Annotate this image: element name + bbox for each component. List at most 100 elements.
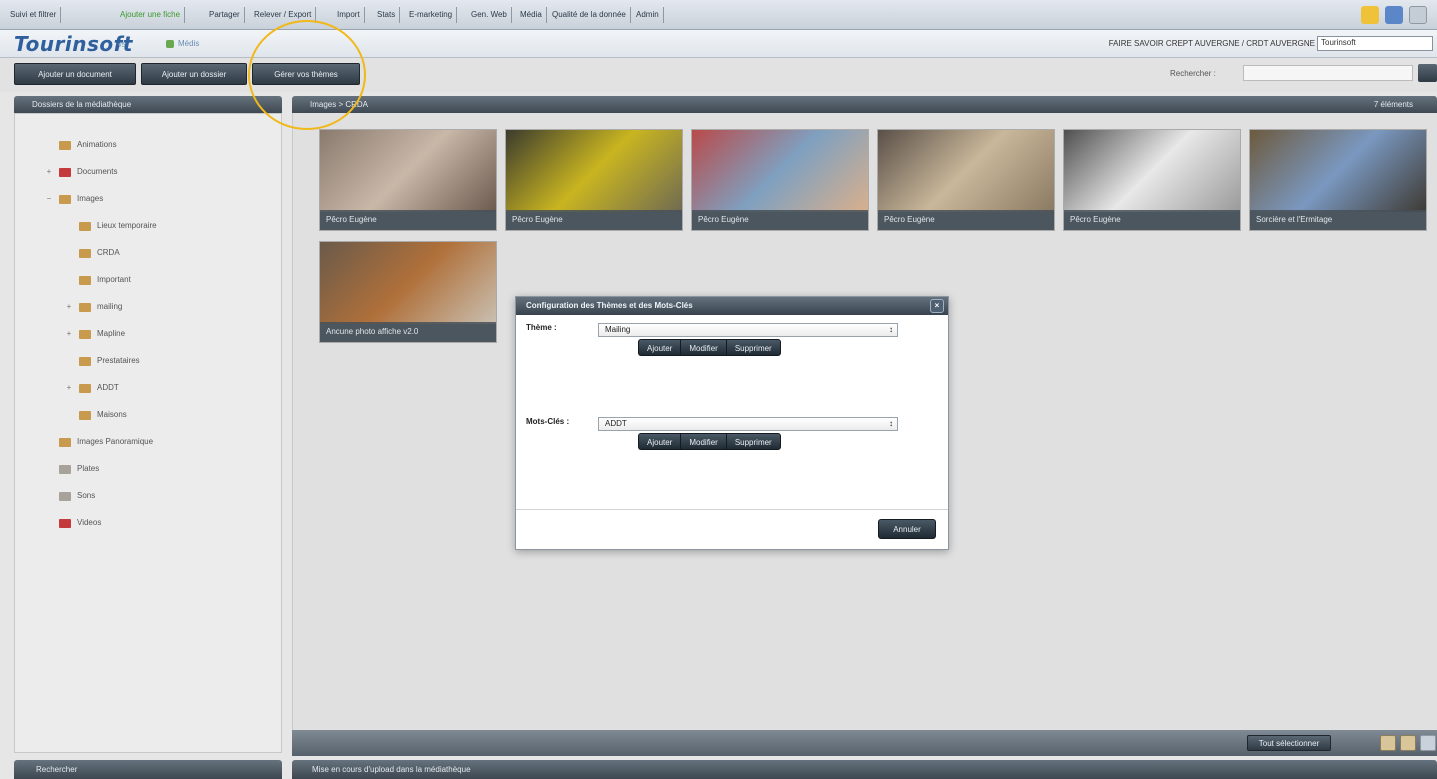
tree-item[interactable]: Important [65, 273, 131, 287]
tools-icon[interactable] [1385, 6, 1403, 24]
theme-add-button[interactable]: Ajouter [638, 339, 681, 356]
tree-item-label: Mapline [97, 329, 126, 338]
media-thumbnail[interactable]: Sorcière et l'Ermitage [1249, 129, 1427, 231]
folder-view-icon[interactable] [1380, 735, 1396, 751]
window-icon[interactable] [1409, 6, 1427, 24]
tree-item-label: Images Panoramique [77, 437, 154, 446]
thumbnail-image [506, 130, 682, 212]
dialog-title: Configuration des Thèmes et des Mots-Clé… [526, 301, 693, 310]
expand-toggle-icon[interactable]: + [45, 165, 53, 179]
thumbnail-image [1250, 130, 1426, 212]
tree-item[interactable]: + ADDT [65, 381, 119, 395]
search-panel-footer[interactable]: Rechercher [14, 760, 282, 779]
zoom-icon[interactable] [1400, 735, 1416, 751]
keyword-modify-button[interactable]: Modifier [680, 433, 726, 450]
media-thumbnail[interactable]: Pêcro Eugène [319, 129, 497, 231]
theme-modify-button[interactable]: Modifier [680, 339, 726, 356]
themes-config-dialog: Configuration des Thèmes et des Mots-Clé… [515, 296, 949, 550]
folder-icon [79, 248, 91, 258]
media-thumbnail[interactable]: Pêcro Eugène [877, 129, 1055, 231]
main-bottom-bar: Tout sélectionner [292, 730, 1437, 756]
tree-item[interactable]: Animations [45, 138, 117, 152]
tree-item[interactable]: Maisons [65, 408, 127, 422]
menu-item-8[interactable]: Média [516, 7, 547, 23]
menu-item-9[interactable]: Qualité de la donnée [548, 7, 631, 23]
module-label[interactable]: Médis [178, 39, 199, 48]
menu-item-5[interactable]: Stats [373, 7, 401, 23]
thumbnail-image [320, 130, 496, 212]
menu-item-0[interactable]: Suivi et filtrer [6, 7, 62, 23]
tree-item-label: ADDT [97, 383, 119, 392]
menu-item-4[interactable]: Import [333, 7, 365, 23]
folder-icon [79, 329, 91, 339]
keywords-select[interactable]: ADDT ↕ [598, 417, 898, 431]
theme-actions: Ajouter Modifier Supprimer [638, 339, 781, 356]
list-view-icon[interactable] [1420, 735, 1436, 751]
tree-item[interactable]: CRDA [65, 246, 120, 260]
keyword-delete-button[interactable]: Supprimer [725, 433, 781, 450]
expand-toggle-icon[interactable]: + [65, 381, 73, 395]
tree-item[interactable]: Sons [45, 489, 95, 503]
menu-item-10[interactable]: Admin [632, 7, 664, 23]
toolbar: Ajouter un document Ajouter un dossier G… [0, 58, 1437, 92]
tree-item[interactable]: Prestataires [65, 354, 140, 368]
folder-icon [79, 275, 91, 285]
app-header: Tourinsoft v5 Médis FAIRE SAVOIR CREPT A… [0, 30, 1437, 58]
folder-icon [59, 464, 71, 474]
menu-item-7[interactable]: Gen. Web [467, 7, 512, 23]
theme-label: Thème : [526, 323, 557, 332]
app-logo: Tourinsoft [14, 32, 133, 56]
tree-item[interactable]: Plates [45, 462, 99, 476]
tree-item[interactable]: + Documents [45, 165, 117, 179]
tree-item[interactable]: − Images [45, 192, 103, 206]
tree-item[interactable]: + Mapline [65, 327, 125, 341]
select-arrow-icon: ↕ [889, 325, 893, 334]
tree-item[interactable]: Videos [45, 516, 101, 530]
user-organization: FAIRE SAVOIR CREPT AUVERGNE / CRDT AUVER… [1108, 39, 1315, 48]
media-thumbnail[interactable]: Pêcro Eugène [1063, 129, 1241, 231]
keywords-actions: Ajouter Modifier Supprimer [638, 433, 781, 450]
menu-item-6[interactable]: E-marketing [405, 7, 458, 23]
upload-footer[interactable]: Mise en cours d'upload dans la médiathèq… [292, 760, 1437, 779]
folder-tree: Animations + Documents − Images Lieux tempora… [14, 113, 282, 753]
folder-icon [79, 383, 91, 393]
keyword-add-button[interactable]: Ajouter [638, 433, 681, 450]
add-document-button[interactable]: Ajouter un document [14, 63, 136, 85]
upload-status: Mise en cours d'upload dans la médiathèq… [312, 765, 471, 774]
tree-item-label: Plates [77, 464, 100, 473]
expand-toggle-icon[interactable]: + [65, 327, 73, 341]
media-thumbnail[interactable]: Pêcro Eugène [505, 129, 683, 231]
expand-toggle-icon[interactable]: + [65, 300, 73, 314]
theme-select-value: Mailing [605, 325, 631, 334]
item-count: 7 éléments [1373, 100, 1413, 109]
theme-delete-button[interactable]: Supprimer [725, 339, 781, 356]
tree-item-label: Documents [77, 167, 118, 176]
folder-icon [79, 356, 91, 366]
expand-toggle-icon[interactable]: − [45, 192, 53, 206]
menu-item-2[interactable]: Partager [205, 7, 245, 23]
top-menu-bar: Suivi et filtrer Ajouter une fiche Partage… [0, 0, 1437, 30]
tree-item[interactable]: + mailing [65, 300, 122, 314]
media-thumbnail[interactable]: Ancune photo affiche v2.0 [319, 241, 497, 343]
folder-icon [59, 518, 71, 528]
tree-item[interactable]: Lieux temporaire [65, 219, 157, 233]
tree-item[interactable]: Images Panoramique [45, 435, 153, 449]
folders-panel-header: Dossiers de la médiathèque [14, 96, 282, 114]
theme-select[interactable]: Mailing ↕ [598, 323, 898, 337]
select-all-button[interactable]: Tout sélectionner [1247, 735, 1331, 751]
help-icon[interactable] [1361, 6, 1379, 24]
thumbnail-image [1064, 130, 1240, 212]
folder-icon [59, 437, 71, 447]
user-field[interactable]: Tourinsoft [1317, 36, 1433, 51]
media-thumbnail[interactable]: Pêcro Eugène [691, 129, 869, 231]
add-folder-button[interactable]: Ajouter un dossier [141, 63, 247, 85]
search-input[interactable] [1243, 65, 1413, 81]
folders-panel-title: Dossiers de la médiathèque [32, 100, 132, 109]
close-icon[interactable]: × [930, 299, 944, 313]
cancel-button[interactable]: Annuler [878, 519, 936, 539]
menu-item-1[interactable]: Ajouter une fiche [116, 7, 186, 23]
search-button[interactable] [1418, 64, 1437, 82]
top-right-icons [1361, 6, 1427, 24]
tree-item-label: Sons [77, 491, 96, 500]
app-version: v5 [118, 42, 126, 49]
